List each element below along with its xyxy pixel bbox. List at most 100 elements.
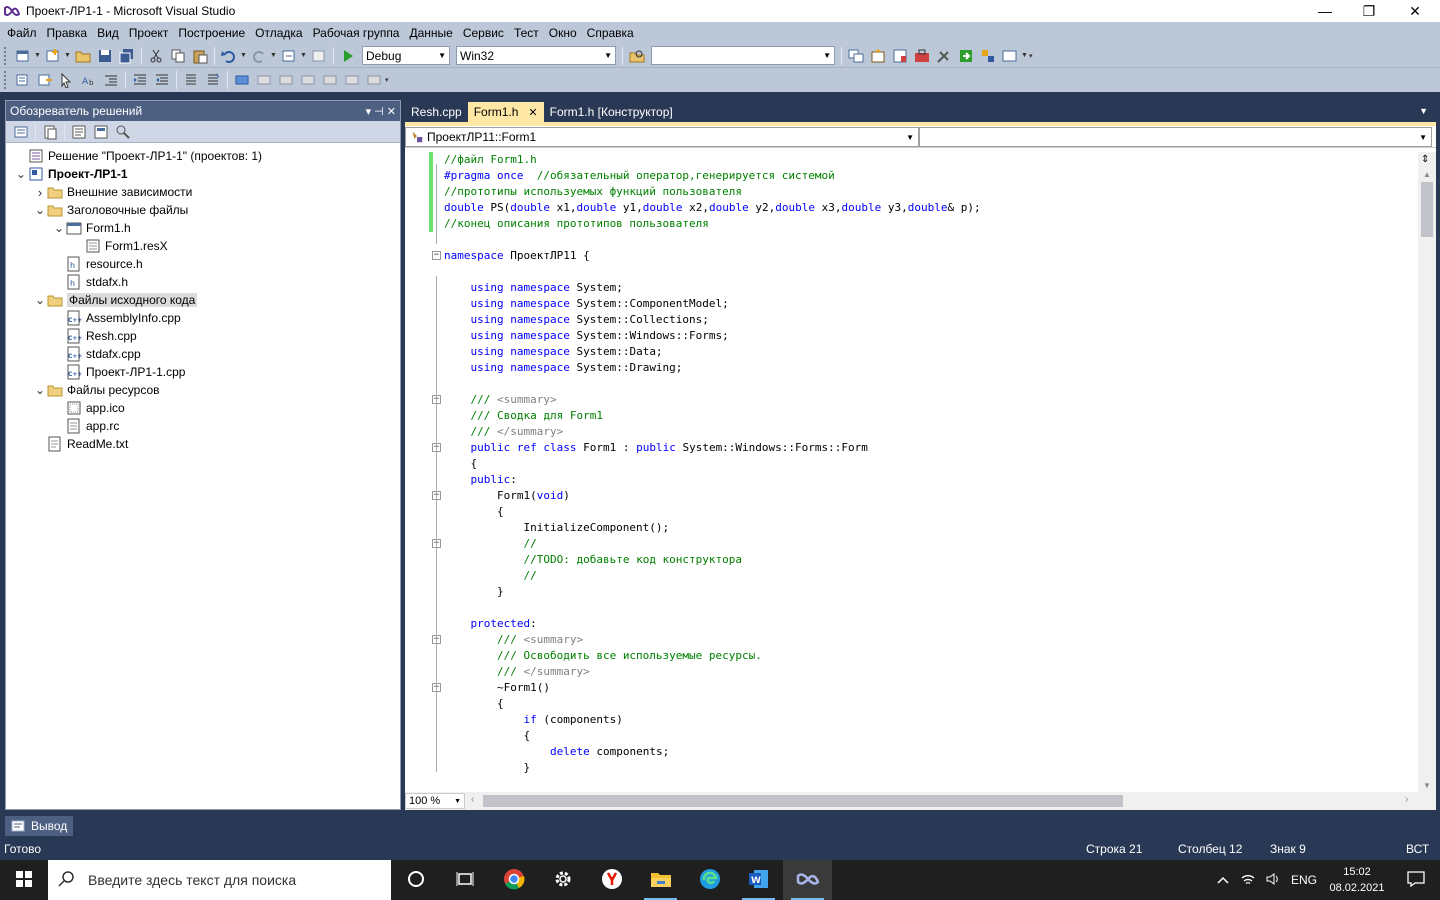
- input-language[interactable]: ENG: [1286, 873, 1322, 887]
- tab-form1-designer[interactable]: Form1.h [Конструктор]: [544, 102, 679, 122]
- previous-bookmark-icon[interactable]: [253, 70, 275, 90]
- expand-arrow-icon[interactable]: ⌄: [52, 221, 66, 235]
- tree-item[interactable]: ReadMe.txt: [6, 435, 400, 453]
- expand-arrow-icon[interactable]: ⌄: [33, 383, 47, 397]
- notifications-icon[interactable]: [1392, 870, 1440, 890]
- redo-icon[interactable]: [248, 46, 270, 66]
- copy-icon[interactable]: [167, 46, 189, 66]
- tree-item[interactable]: ⌄ Проект-ЛР1-1: [6, 165, 400, 183]
- panel-window-buttons[interactable]: ▾ ⊣ ✕: [366, 105, 396, 118]
- menu-project[interactable]: Проект: [124, 22, 174, 44]
- close-tab-icon[interactable]: ✕: [528, 106, 537, 119]
- output-window-tab[interactable]: Вывод: [5, 816, 74, 836]
- display-object-member-list-icon[interactable]: [12, 70, 34, 90]
- task-view-button[interactable]: [440, 860, 489, 900]
- parameter-info-icon[interactable]: [34, 70, 56, 90]
- type-scope-select[interactable]: ПроектЛР11::Form1 ▼: [405, 127, 919, 147]
- undo-icon[interactable]: [218, 46, 240, 66]
- save-icon[interactable]: [94, 46, 116, 66]
- toolbox-icon[interactable]: [911, 46, 933, 66]
- tree-item[interactable]: Решение "Проект-ЛР1-1" (проектов: 1): [6, 147, 400, 165]
- tree-item[interactable]: ⌄ Файлы ресурсов: [6, 381, 400, 399]
- chevron-down-icon[interactable]: ▼: [240, 52, 248, 59]
- menu-team[interactable]: Рабочая группа: [308, 22, 405, 44]
- member-select[interactable]: ▼: [919, 127, 1432, 147]
- open-file-icon[interactable]: [72, 46, 94, 66]
- wifi-icon[interactable]: [1236, 872, 1260, 889]
- code-text-area[interactable]: //файл Form1.h #pragma once //обязательны…: [405, 152, 1417, 792]
- scroll-right-icon[interactable]: ›: [1405, 794, 1408, 805]
- toolbar-options-icon[interactable]: ▾: [1029, 52, 1037, 60]
- cut-icon[interactable]: [145, 46, 167, 66]
- tab-resh-cpp[interactable]: Resh.cpp: [405, 102, 468, 122]
- tree-item[interactable]: app.ico: [6, 399, 400, 417]
- cortana-button[interactable]: [391, 860, 440, 900]
- menu-view[interactable]: Вид: [92, 22, 124, 44]
- taskbar-visual-studio[interactable]: [783, 860, 832, 900]
- quick-info-icon[interactable]: [56, 70, 78, 90]
- zoom-select[interactable]: 100 % ▼: [405, 793, 465, 809]
- chevron-up-icon[interactable]: [1210, 873, 1236, 887]
- decrease-indent-icon[interactable]: [100, 70, 122, 90]
- tree-item[interactable]: ⌄ Заголовочные файлы: [6, 201, 400, 219]
- tree-item[interactable]: ⌄ Файлы исходного кода: [6, 291, 400, 309]
- scroll-left-icon[interactable]: ‹: [471, 794, 474, 805]
- object-browser-icon[interactable]: [889, 46, 911, 66]
- menu-edit[interactable]: Правка: [42, 22, 93, 44]
- maximize-button[interactable]: ❐: [1346, 0, 1392, 22]
- chevron-down-icon[interactable]: ▼: [1021, 52, 1029, 59]
- tab-list-dropdown-icon[interactable]: ▼: [1419, 106, 1428, 116]
- expand-arrow-icon[interactable]: ⌄: [33, 293, 47, 307]
- view-code-icon[interactable]: [68, 122, 90, 142]
- chevron-down-icon[interactable]: ▼: [270, 52, 278, 59]
- paste-icon[interactable]: [189, 46, 211, 66]
- menu-build[interactable]: Построение: [173, 22, 250, 44]
- tree-item[interactable]: Form1.resX: [6, 237, 400, 255]
- navigate-forward-icon[interactable]: [308, 46, 330, 66]
- taskbar-word[interactable]: W: [734, 860, 783, 900]
- tree-item[interactable]: › Внешние зависимости: [6, 183, 400, 201]
- previous-bookmark-document-icon[interactable]: [341, 70, 363, 90]
- window-layout-icon[interactable]: [999, 46, 1021, 66]
- next-bookmark-icon[interactable]: [275, 70, 297, 90]
- taskbar-edge[interactable]: [685, 860, 734, 900]
- tools-icon[interactable]: [933, 46, 955, 66]
- comment-lines-icon[interactable]: [180, 70, 202, 90]
- tree-item[interactable]: C++ Resh.cpp: [6, 327, 400, 345]
- toolbar-options-icon[interactable]: ▾: [385, 76, 393, 84]
- next-bookmark-folder-icon[interactable]: [319, 70, 341, 90]
- properties-icon[interactable]: [10, 122, 32, 142]
- menu-file[interactable]: Файл: [2, 22, 42, 44]
- split-view-icon[interactable]: ⇕: [1421, 154, 1429, 165]
- tree-item[interactable]: C++ AssemblyInfo.cpp: [6, 309, 400, 327]
- vertical-scrollbar[interactable]: ⇕ ▲ ▼: [1418, 152, 1436, 792]
- collapse-arrow-icon[interactable]: ›: [33, 185, 47, 200]
- indent-icon[interactable]: [129, 70, 151, 90]
- tree-item[interactable]: C++ stdafx.cpp: [6, 345, 400, 363]
- vertical-scroll-thumb[interactable]: [1421, 182, 1433, 237]
- tree-item[interactable]: ⌄ Form1.h: [6, 219, 400, 237]
- clear-bookmarks-icon[interactable]: [363, 70, 385, 90]
- taskbar-search-box[interactable]: Введите здесь текст для поиска: [48, 860, 391, 900]
- scroll-up-icon[interactable]: ▲: [1423, 170, 1431, 179]
- menu-help[interactable]: Справка: [582, 22, 639, 44]
- taskbar-yandex[interactable]: [587, 860, 636, 900]
- view-designer-icon[interactable]: [90, 122, 112, 142]
- add-item-icon[interactable]: [42, 46, 64, 66]
- menu-test[interactable]: Тест: [509, 22, 544, 44]
- start-button[interactable]: [0, 860, 48, 900]
- new-project-icon[interactable]: [12, 46, 34, 66]
- class-diagram-icon[interactable]: [112, 122, 134, 142]
- tree-item[interactable]: h stdafx.h: [6, 273, 400, 291]
- navigate-backward-icon[interactable]: [278, 46, 300, 66]
- start-page-icon[interactable]: [955, 46, 977, 66]
- tree-item[interactable]: app.rc: [6, 417, 400, 435]
- outdent-icon[interactable]: [151, 70, 173, 90]
- start-debugging-icon[interactable]: [337, 46, 359, 66]
- previous-bookmark-folder-icon[interactable]: [297, 70, 319, 90]
- tree-item[interactable]: C++ Проект-ЛР1-1.cpp: [6, 363, 400, 381]
- chevron-down-icon[interactable]: ▼: [34, 52, 42, 59]
- properties-icon[interactable]: [867, 46, 889, 66]
- taskbar-file-explorer[interactable]: [636, 860, 685, 900]
- save-all-icon[interactable]: [116, 46, 138, 66]
